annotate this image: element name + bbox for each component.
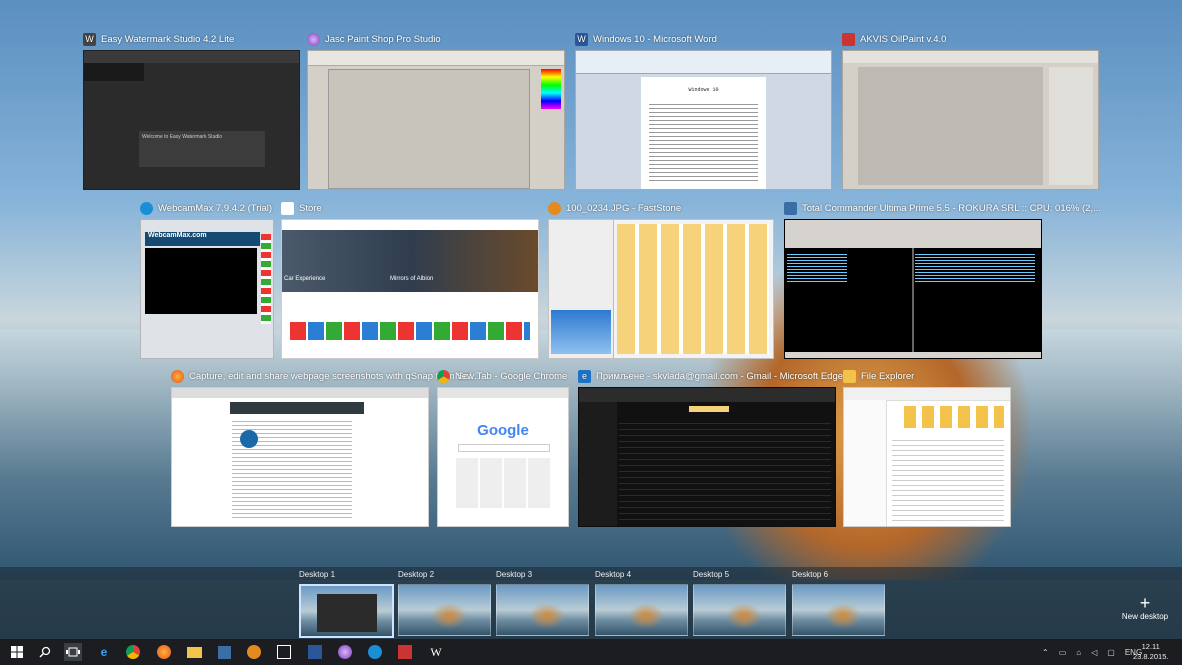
window-title: 100_0234.JPG - FastStone [566, 202, 682, 214]
window-title: Easy Watermark Studio 4.2 Lite [101, 33, 235, 45]
window-thumbnail: Windows 10 [575, 50, 832, 190]
window-thumbnail [784, 219, 1042, 359]
store-mirrors-text: Mirrors of Albion [390, 276, 434, 282]
desktop-label: Desktop 3 [496, 570, 533, 579]
firefox-taskbar-icon[interactable] [155, 643, 173, 661]
desktop-thumbnail [595, 584, 688, 636]
chrome-taskbar-icon[interactable] [124, 643, 142, 661]
action-center-icon[interactable]: ▭ [1059, 648, 1067, 657]
new-desktop-button[interactable]: + New desktop [1120, 594, 1170, 621]
word-icon: W [575, 32, 588, 46]
window-thumbnail [842, 50, 1099, 190]
desktop-label: Desktop 4 [595, 570, 632, 579]
desktop-label: Desktop 5 [693, 570, 730, 579]
taskbar: e W ⌃ ▭ ⌂ ◁ ▢ ENG 12.11 23.8.2015. [0, 639, 1182, 665]
file-explorer-taskbar-icon[interactable] [185, 643, 203, 661]
window-thumbnail [548, 219, 774, 359]
virtual-desktop-strip [0, 567, 1182, 639]
store-car-text: Car Experience [284, 276, 326, 282]
folder-icon [843, 369, 856, 383]
system-tray: ⌃ ▭ ⌂ ◁ ▢ ENG [1042, 639, 1142, 665]
window-title: Windows 10 - Microsoft Word [593, 33, 717, 45]
watermark-app-icon: W [83, 32, 96, 46]
totalcmd-icon [784, 201, 797, 215]
app-taskbar-icon[interactable] [215, 643, 233, 661]
window-title: File Explorer [861, 370, 915, 382]
chrome-icon [437, 369, 450, 383]
clock[interactable]: 12.11 23.8.2015. [1133, 642, 1168, 662]
window-title: Total Commander Ultima Prime 5.5 - ROKUR… [802, 202, 1101, 214]
clock-time: 12.11 [1141, 642, 1160, 651]
window-title: Jasc Paint Shop Pro Studio [325, 33, 441, 45]
notification-icon[interactable]: ▢ [1107, 648, 1115, 657]
desktop-3[interactable]: Desktop 3 [496, 570, 589, 636]
desktop-1[interactable]: Desktop 1 [299, 570, 394, 638]
webcam-logo: WebcamMax.com [145, 232, 260, 246]
paintshop-taskbar-icon[interactable] [336, 643, 354, 661]
window-thumbnail: Welcome to Easy Watermark Studio [83, 50, 300, 190]
window-thumbnail: WebcamMax.com [140, 219, 274, 359]
window-thumbnail [171, 387, 429, 527]
edge-icon: e [578, 369, 591, 383]
desktop-label: Desktop 1 [299, 570, 336, 579]
clock-date: 23.8.2015. [1133, 652, 1169, 661]
window-thumbnail [307, 50, 565, 190]
watermark-taskbar-icon[interactable]: W [427, 643, 445, 661]
window-title: Примљене - skvlada@gmail.com - Gmail - M… [596, 370, 844, 382]
window-title: AKVIS OilPaint v.4.0 [860, 33, 947, 45]
window-thumbnail: Car Experience Mirrors of Albion [281, 219, 539, 359]
window-thumbnail: Google [437, 387, 569, 527]
desktop-thumbnail [299, 584, 394, 638]
window-title: Capture, edit and share webpage screensh… [189, 370, 480, 382]
desktop-5[interactable]: Desktop 5 [693, 570, 786, 636]
window-title: New Tab - Google Chrome [455, 370, 568, 382]
akvis-icon [842, 32, 855, 46]
store-icon [281, 201, 294, 215]
chevron-up-icon[interactable]: ⌃ [1042, 648, 1049, 657]
new-desktop-label: New desktop [1121, 612, 1169, 621]
faststone-taskbar-icon[interactable] [245, 643, 263, 661]
plus-icon: + [1139, 593, 1151, 613]
google-logo: Google [477, 422, 529, 439]
word-taskbar-icon[interactable] [306, 643, 324, 661]
desktop-4[interactable]: Desktop 4 [595, 570, 688, 636]
firefox-icon [171, 369, 184, 383]
desktop-6[interactable]: Desktop 6 [792, 570, 885, 636]
desktop-thumbnail [398, 584, 491, 636]
desktop-label: Desktop 2 [398, 570, 435, 579]
network-icon[interactable]: ⌂ [1076, 648, 1081, 657]
desktop-2[interactable]: Desktop 2 [398, 570, 491, 636]
task-view-icon[interactable] [64, 643, 82, 661]
desktop-thumbnail [496, 584, 589, 636]
desktop-label: Desktop 6 [792, 570, 829, 579]
window-thumbnail [843, 387, 1011, 527]
store-taskbar-icon[interactable] [275, 643, 293, 661]
window-title: WebcamMax 7.9.4.2 (Trial) [158, 202, 273, 214]
window-thumbnail [578, 387, 836, 527]
desktop-thumbnail [792, 584, 885, 636]
window-title: Store [299, 202, 322, 214]
paintshop-icon [307, 32, 320, 46]
word-heading: Windows 10 [688, 87, 719, 93]
edge-taskbar-icon[interactable]: e [95, 643, 113, 661]
welcome-text: Welcome to Easy Watermark Studio [139, 131, 265, 167]
volume-icon[interactable]: ◁ [1091, 648, 1097, 657]
webcammax-icon [140, 201, 153, 215]
search-icon[interactable] [36, 643, 54, 661]
akvis-taskbar-icon[interactable] [396, 643, 414, 661]
desktop-thumbnail [693, 584, 786, 636]
faststone-icon [548, 201, 561, 215]
start-windows-icon[interactable] [8, 643, 26, 661]
webcammax-taskbar-icon[interactable] [366, 643, 384, 661]
